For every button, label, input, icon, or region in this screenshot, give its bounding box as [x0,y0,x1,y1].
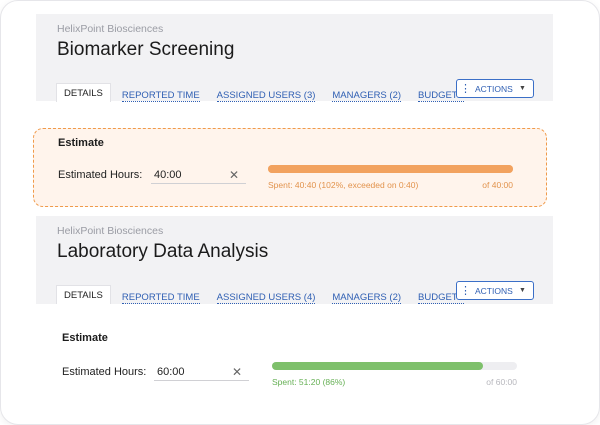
tab-details[interactable]: DETAILS [56,83,111,102]
estimate-title: Estimate [62,332,108,344]
progress-fill [272,362,483,370]
progress-bar [268,165,513,173]
tab-managers[interactable]: MANAGERS (2) [332,292,402,304]
estimate-section: Estimate Estimated Hours: ✕ Spent: 40:40… [33,128,547,207]
estimate-section: Estimate Estimated Hours: ✕ Spent: 51:20… [36,304,553,387]
progress-fill [268,165,513,173]
project-header: HelixPoint Biosciences Laboratory Data A… [36,216,553,304]
spent-text: Spent: 40:40 (102%, exceeded on 0:40) [268,180,419,190]
actions-label: ACTIONS [475,83,513,94]
estimated-hours-label: Estimated Hours: [58,169,143,181]
chevron-down-icon: ▼ [519,85,526,92]
estimated-hours-label: Estimated Hours: [62,366,147,378]
actions-button[interactable]: ⋮ ACTIONS ▼ [456,281,534,300]
project-panel-lab-data: HelixPoint Biosciences Laboratory Data A… [36,216,553,387]
tab-managers[interactable]: MANAGERS (2) [332,90,402,102]
close-icon[interactable]: ✕ [232,365,242,379]
project-title: Laboratory Data Analysis [57,241,269,262]
chevron-down-icon: ▼ [519,287,526,294]
tab-reported-time[interactable]: REPORTED TIME [121,90,200,102]
estimate-total-text: of 60:00 [486,377,517,387]
tab-bar: DETAILS REPORTED TIME ASSIGNED USERS (4)… [56,285,481,304]
vertical-dots-icon: ⋮ [460,284,471,297]
tab-bar: DETAILS REPORTED TIME ASSIGNED USERS (3)… [56,83,481,102]
project-panel-biomarker: HelixPoint Biosciences Biomarker Screeni… [33,14,553,207]
tab-assigned-users[interactable]: ASSIGNED USERS (3) [216,90,316,102]
project-title: Biomarker Screening [57,39,235,60]
close-icon[interactable]: ✕ [229,168,239,182]
estimate-title: Estimate [58,137,104,149]
project-header: HelixPoint Biosciences Biomarker Screeni… [36,14,553,102]
company-name: HelixPoint Biosciences [57,225,164,237]
tab-reported-time[interactable]: REPORTED TIME [121,292,200,304]
progress-bar [272,362,517,370]
company-name: HelixPoint Biosciences [57,23,164,35]
tab-assigned-users[interactable]: ASSIGNED USERS (4) [216,292,316,304]
estimate-total-text: of 40:00 [482,180,513,190]
actions-button[interactable]: ⋮ ACTIONS ▼ [456,79,534,98]
vertical-dots-icon: ⋮ [460,82,471,95]
tab-details[interactable]: DETAILS [56,285,111,304]
spent-text: Spent: 51:20 (86%) [272,377,346,387]
actions-label: ACTIONS [475,285,513,296]
